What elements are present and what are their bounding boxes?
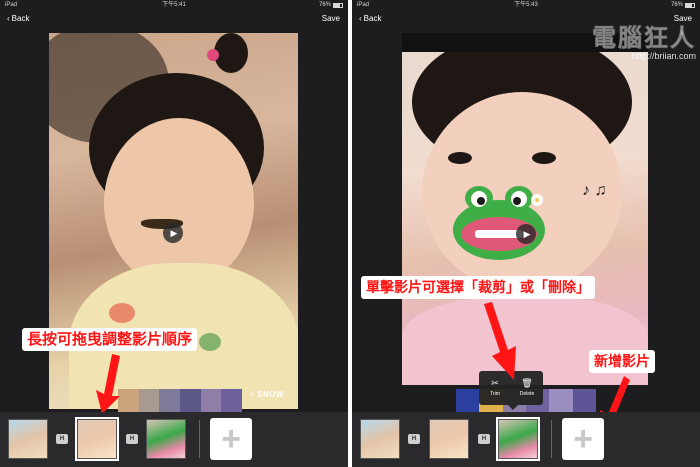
transition-icon[interactable]: H	[408, 434, 420, 444]
back-button[interactable]: ‹ Back	[359, 11, 381, 27]
plus-icon: +	[221, 420, 241, 458]
hair-tie	[207, 49, 219, 61]
drag-reorder-callout: 長按可拖曳調整影片順序	[22, 328, 198, 351]
clip-thumbnail[interactable]	[429, 419, 469, 459]
battery-status: 76%	[319, 0, 343, 10]
battery-percent: 76%	[670, 2, 683, 8]
frog-mask-effect	[453, 186, 545, 260]
add-clip-callout: 新增影片	[589, 350, 655, 373]
save-button[interactable]: Save	[322, 11, 340, 27]
video-preview[interactable]: ♪ ♫ ▶	[402, 52, 648, 385]
arrow-down-icon	[484, 302, 516, 380]
clip-timeline: H H +	[0, 412, 348, 467]
clip-thumbnail[interactable]	[8, 419, 48, 459]
play-icon: ▶	[170, 227, 178, 238]
snow-watermark: ⚡ SNOW	[249, 390, 284, 399]
clip-thumbnail[interactable]	[496, 417, 540, 461]
clip-thumbnail[interactable]	[75, 417, 119, 461]
snow-watermark-text: SNOW	[257, 390, 284, 399]
right-screenshot-panel: iPad 下午5:43 76% ‹ Back Save ♪ ♫ ▶ 電腦狂人 h…	[352, 0, 700, 467]
transition-icon[interactable]: H	[126, 434, 138, 444]
timeline-divider	[551, 420, 552, 458]
play-button[interactable]: ▶	[516, 224, 536, 244]
video-preview[interactable]: ▶ ⚡ SNOW	[49, 33, 298, 409]
arrow-down-icon	[96, 354, 120, 414]
clip-thumbnail[interactable]	[360, 419, 400, 459]
play-button[interactable]: ▶	[163, 223, 183, 243]
add-clip-button[interactable]: +	[562, 418, 604, 460]
back-label: Back	[363, 14, 382, 23]
timeline-divider	[199, 420, 200, 458]
delete-label: Delete	[519, 391, 535, 397]
chevron-left-icon: ‹	[359, 14, 362, 23]
clip-timeline: H H +	[352, 412, 700, 467]
play-icon: ▶	[523, 228, 531, 239]
nav-bar: ‹ Back Save	[0, 11, 348, 27]
trim-label: Trim	[490, 391, 500, 397]
site-watermark: 電腦狂人 http://briian.com	[592, 18, 697, 62]
clip-thumbnail[interactable]	[146, 419, 186, 459]
battery-status: 76%	[671, 0, 695, 10]
left-eye	[448, 152, 472, 164]
trash-icon: 🗑	[521, 378, 533, 388]
back-label: Back	[11, 14, 30, 23]
right-eye	[532, 152, 556, 164]
plus-icon: +	[573, 420, 593, 458]
back-button[interactable]: ‹ Back	[7, 11, 29, 27]
battery-icon	[685, 2, 695, 8]
battery-icon	[333, 2, 343, 8]
transition-icon[interactable]: H	[56, 434, 68, 444]
hair-bun	[214, 33, 248, 73]
dress-flower	[109, 303, 135, 323]
watermark-title: 電腦狂人	[592, 25, 696, 53]
music-note-icon: ♪ ♫	[582, 182, 607, 199]
status-bar: iPad 下午5:41 76%	[0, 0, 348, 10]
chevron-left-icon: ‹	[7, 14, 10, 23]
snow-logo-icon: ⚡	[248, 390, 256, 399]
clock: 下午5:43	[514, 2, 538, 8]
add-clip-button[interactable]: +	[210, 418, 252, 460]
battery-percent: 76%	[318, 2, 331, 8]
status-bar: iPad 下午5:43 76%	[352, 0, 700, 10]
transition-icon[interactable]: H	[478, 434, 490, 444]
frame-strip	[118, 389, 243, 413]
left-screenshot-panel: iPad 下午5:41 76% ‹ Back Save ▶ ⚡ SNOW 長按可…	[0, 0, 348, 467]
trim-delete-callout: 單擊影片可選擇「裁剪」或「刪除」	[361, 276, 595, 299]
dress-leaf	[199, 333, 221, 351]
clock: 下午5:41	[162, 2, 186, 8]
